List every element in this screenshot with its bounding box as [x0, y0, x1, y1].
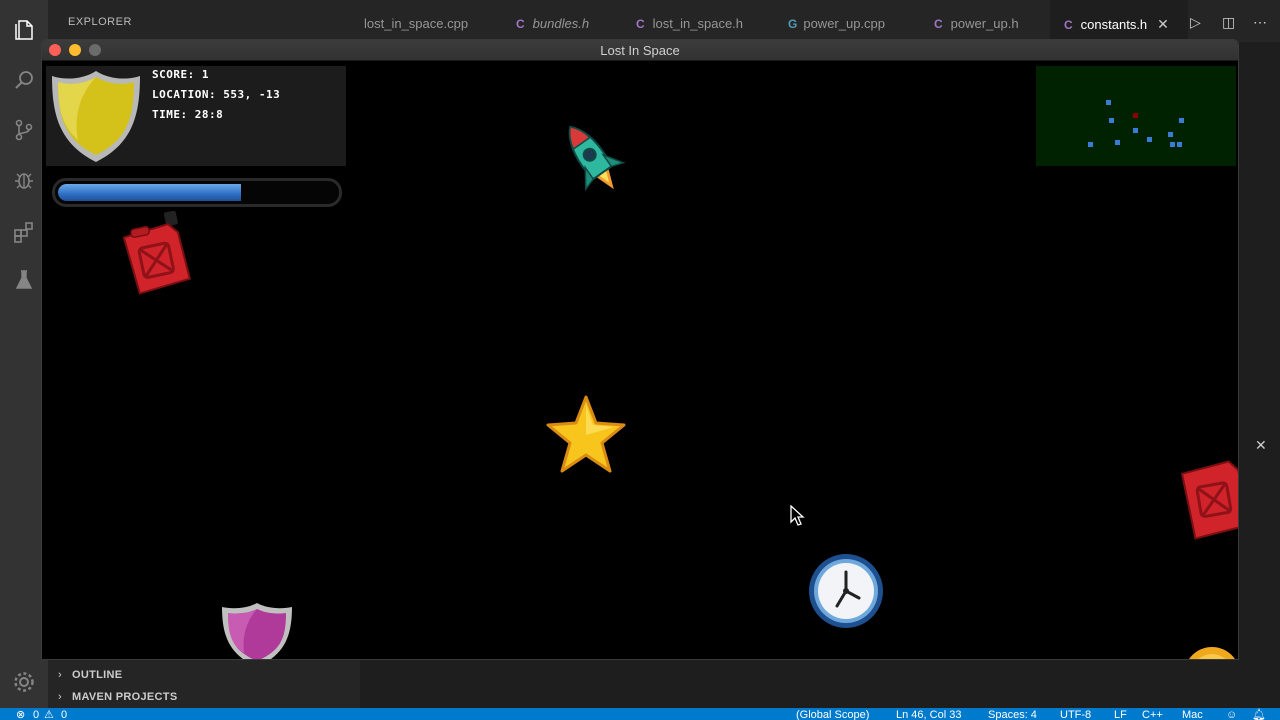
c-file-icon: C — [934, 17, 943, 31]
scope-status[interactable]: (Global Scope) — [796, 709, 869, 720]
shield-icon — [52, 71, 140, 162]
editor-tabs: lost_in_space.cpp Cbundles.h Clost_in_sp… — [360, 0, 1280, 42]
cursor-position[interactable]: Ln 46, Col 33 — [896, 709, 961, 720]
minimap-dot — [1106, 100, 1111, 105]
score-label: SCORE: 1 — [152, 68, 209, 81]
minimap-dot — [1088, 142, 1093, 147]
minimap-dot — [1170, 142, 1175, 147]
fuel-can — [1180, 460, 1238, 540]
indentation-status[interactable]: Spaces: 4 — [988, 709, 1037, 720]
outline-label: OUTLINE — [72, 669, 123, 681]
fuel-bar — [52, 178, 342, 207]
c-file-icon: C — [1064, 18, 1073, 32]
mouse-cursor-icon — [790, 505, 805, 526]
tab-label: lost_in_space.cpp — [364, 16, 469, 31]
debug-icon[interactable] — [12, 168, 36, 192]
files-icon[interactable] — [12, 18, 36, 42]
shield-power-up — [222, 603, 292, 659]
run-icon[interactable]: ▷ — [1190, 14, 1201, 31]
fuel-can — [122, 211, 192, 295]
tab-lost-in-space-h[interactable]: Clost_in_space.h — [636, 0, 743, 42]
location-label: LOCATION: 553, -13 — [152, 88, 281, 101]
extensions-icon[interactable] — [12, 220, 36, 244]
window-titlebar[interactable]: Lost In Space — [42, 40, 1238, 61]
error-icon[interactable]: ⊗ — [16, 709, 25, 720]
status-bar: ⊗ 0 ⚠ 0 (Global Scope) Ln 46, Col 33 Spa… — [0, 708, 1280, 720]
tab-label: constants.h — [1080, 17, 1148, 32]
tab-lost-in-space-cpp[interactable]: lost_in_space.cpp — [364, 0, 468, 42]
tab-label: bundles.h — [532, 16, 590, 31]
coin — [1189, 647, 1235, 659]
bell-icon[interactable]: 🔔︎ — [1252, 709, 1266, 720]
gear-icon[interactable] — [12, 670, 36, 694]
cpp-file-icon: G — [788, 17, 798, 31]
close-icon[interactable]: ✕ — [1255, 437, 1267, 454]
minimap — [1036, 66, 1236, 166]
c-file-icon: C — [516, 17, 525, 31]
explorer-title: EXPLORER — [68, 16, 132, 28]
minimap-dot — [1168, 132, 1173, 137]
source-control-icon[interactable] — [12, 118, 36, 142]
tab-power-up-h[interactable]: Cpower_up.h — [934, 0, 1019, 42]
game-window: Lost In Space SCORE: 1 LOCATION: 553, -1… — [41, 39, 1239, 660]
time-label: TIME: 28:8 — [152, 108, 224, 121]
minimap-dot — [1179, 118, 1184, 123]
minimap-player-dot — [1133, 113, 1138, 118]
chevron-right-icon: › — [58, 669, 62, 681]
window-title: Lost In Space — [600, 43, 680, 58]
game-canvas[interactable]: SCORE: 1 LOCATION: 553, -13 TIME: 28:8 — [42, 61, 1238, 659]
tab-label: power_up.cpp — [803, 16, 886, 31]
eol-status[interactable]: LF — [1114, 709, 1127, 720]
platform-status[interactable]: Mac — [1182, 709, 1203, 720]
search-icon[interactable] — [12, 68, 36, 92]
minimap-dot — [1109, 118, 1114, 123]
close-icon[interactable]: ✕ — [1157, 16, 1169, 32]
c-file-icon: C — [636, 17, 645, 31]
tab-label: lost_in_space.h — [652, 16, 744, 31]
maven-projects-section[interactable]: › MAVEN PROJECTS — [58, 691, 177, 703]
language-status[interactable]: C++ — [1142, 709, 1163, 720]
chevron-right-icon: › — [58, 691, 62, 703]
feedback-icon[interactable]: ☺ — [1226, 709, 1237, 720]
rocket-ship — [568, 125, 626, 192]
testing-icon[interactable] — [12, 268, 36, 292]
warning-count[interactable]: 0 — [61, 709, 67, 720]
minimap-dot — [1115, 140, 1120, 145]
maven-projects-label: MAVEN PROJECTS — [72, 691, 178, 703]
split-editor-icon[interactable]: ◫ — [1222, 14, 1235, 31]
minimap-dot — [1147, 137, 1152, 142]
encoding-status[interactable]: UTF-8 — [1060, 709, 1091, 720]
hud-panel: SCORE: 1 LOCATION: 553, -13 TIME: 28:8 — [46, 66, 346, 166]
tab-bundles-h[interactable]: Cbundles.h — [516, 0, 589, 42]
more-actions-icon[interactable]: ⋯ — [1253, 14, 1267, 31]
warning-icon[interactable]: ⚠ — [44, 709, 54, 720]
clock-power-up — [809, 554, 883, 628]
tab-label: power_up.h — [950, 16, 1019, 31]
minimap-dot — [1177, 142, 1182, 147]
minimap-dot — [1133, 128, 1138, 133]
fuel-bar-fill — [58, 184, 241, 201]
error-count[interactable]: 0 — [33, 709, 39, 720]
outline-section[interactable]: › OUTLINE — [58, 669, 122, 681]
tab-power-up-cpp[interactable]: Gpower_up.cpp — [788, 0, 885, 42]
tab-constants-h[interactable]: Cconstants.h ✕ — [1050, 0, 1188, 42]
star-power-up — [546, 395, 626, 473]
